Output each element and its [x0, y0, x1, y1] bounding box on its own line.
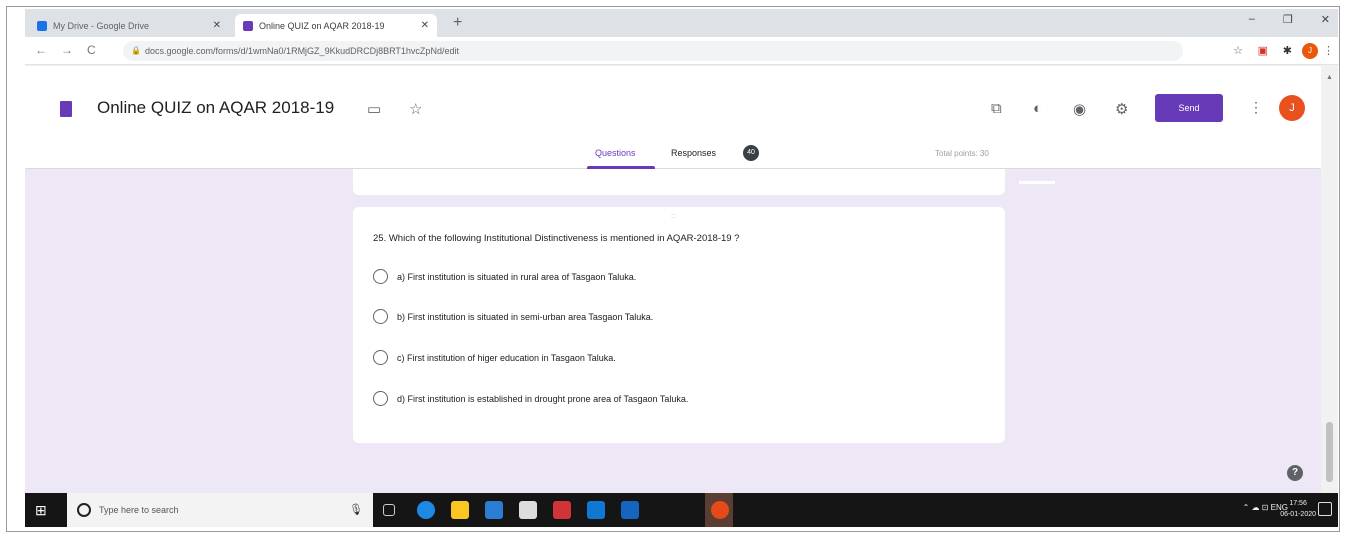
clock-time: 17:56	[1289, 500, 1307, 507]
option-b[interactable]: b) First institution is situated in semi…	[373, 309, 653, 324]
back-button[interactable]: ←	[35, 43, 47, 57]
folder-icon[interactable]: ▭	[367, 100, 381, 118]
address-bar[interactable]: 🔒 docs.google.com/forms/d/1wmNa0/1RMjGZ_…	[123, 41, 1183, 61]
tab-my-drive[interactable]: My Drive - Google Drive ✕	[29, 14, 229, 37]
page-scrollbar[interactable]: ▲	[1321, 66, 1338, 499]
browser-profile-avatar[interactable]: J	[1302, 43, 1318, 59]
radio-button[interactable]	[373, 309, 388, 324]
desktop-screen: My Drive - Google Drive ✕ Online QUIZ on…	[25, 9, 1338, 527]
form-tabs: Questions Responses 40 Total points: 30	[25, 144, 1321, 169]
task-view-icon[interactable]	[383, 504, 395, 516]
reload-button[interactable]: C	[87, 43, 96, 57]
tab-title: My Drive - Google Drive	[53, 20, 150, 31]
form-body: ::: 25. Which of the following Instituti…	[25, 169, 1321, 499]
notification-center-icon[interactable]	[1318, 502, 1332, 516]
close-window-button[interactable]: ✕	[1321, 13, 1330, 26]
more-options-icon[interactable]: ⋮	[1249, 99, 1263, 116]
clock-date: 06-01-2020	[1280, 511, 1316, 518]
help-icon[interactable]: ?	[1287, 465, 1303, 481]
user-avatar[interactable]: J	[1279, 95, 1305, 121]
option-label: b) First institution is situated in semi…	[397, 311, 654, 322]
star-icon[interactable]: ☆	[409, 100, 422, 118]
windows-start-icon[interactable]: ⊞	[35, 502, 47, 519]
file-explorer-icon[interactable]	[451, 501, 469, 519]
option-a[interactable]: a) First institution is situated in rura…	[373, 269, 636, 284]
chrome-icon[interactable]	[711, 501, 729, 519]
word-icon[interactable]	[485, 501, 503, 519]
browser-tab-strip: My Drive - Google Drive ✕ Online QUIZ on…	[25, 9, 1338, 37]
taskbar-search[interactable]: Type here to search 🎙	[67, 493, 373, 527]
forms-logo-icon[interactable]	[60, 101, 72, 117]
option-label: d) First institution is established in d…	[397, 393, 689, 404]
scrollbar-thumb[interactable]	[1326, 422, 1333, 482]
cortana-icon[interactable]	[77, 503, 91, 517]
option-c[interactable]: c) First institution of higer education …	[373, 350, 616, 365]
screenshot-frame: My Drive - Google Drive ✕ Online QUIZ on…	[6, 6, 1340, 532]
taskbar-clock[interactable]: 17:56 06-01-2020	[1280, 498, 1316, 520]
app-icon[interactable]	[621, 501, 639, 519]
palette-icon[interactable]: ◐	[1033, 100, 1042, 117]
browser-menu-icon[interactable]: ⋮	[1323, 44, 1334, 57]
microphone-icon[interactable]: 🎙	[349, 493, 363, 527]
new-tab-button[interactable]: +	[453, 14, 462, 32]
photos-icon[interactable]	[587, 501, 605, 519]
browser-toolbar: ← → C 🔒 docs.google.com/forms/d/1wmNa0/1…	[25, 37, 1338, 65]
tab-title: Online QUIZ on AQAR 2018-19	[259, 20, 385, 31]
option-d[interactable]: d) First institution is established in d…	[373, 391, 688, 406]
bookmark-star-icon[interactable]: ☆	[1233, 44, 1243, 57]
edge-browser-icon[interactable]	[417, 501, 435, 519]
google-drive-icon	[37, 20, 47, 31]
addon-icon[interactable]: ⧉	[991, 100, 1002, 117]
close-tab-icon[interactable]: ✕	[213, 20, 221, 31]
minimize-button[interactable]: –	[1249, 13, 1255, 26]
radio-button[interactable]	[373, 269, 388, 284]
search-placeholder: Type here to search	[99, 505, 179, 515]
send-button[interactable]: Send	[1155, 94, 1223, 122]
previous-question-card[interactable]	[353, 169, 1005, 195]
url-text: docs.google.com/forms/d/1wmNa0/1RMjGZ_9K…	[145, 46, 459, 56]
responses-count-badge: 40	[743, 145, 759, 161]
tab-quiz[interactable]: Online QUIZ on AQAR 2018-19 ✕	[235, 14, 437, 37]
windows-taskbar: ⊞ Type here to search 🎙 ⌃ ☁ ⊡ ENG 17:56 …	[25, 493, 1338, 527]
radio-button[interactable]	[373, 391, 388, 406]
window-controls: – ❐ ✕	[1249, 13, 1330, 26]
extensions-puzzle-icon[interactable]: ✱	[1283, 44, 1292, 57]
tab-questions[interactable]: Questions	[595, 148, 636, 158]
settings-gear-icon[interactable]: ⚙	[1115, 100, 1128, 118]
total-points: Total points: 30	[935, 149, 989, 158]
forward-button[interactable]: →	[61, 43, 73, 57]
mail-icon[interactable]	[553, 501, 571, 519]
form-title[interactable]: Online QUIZ on AQAR 2018-19	[97, 98, 334, 118]
google-forms-icon	[243, 20, 253, 31]
radio-button[interactable]	[373, 350, 388, 365]
scroll-up-arrow-icon[interactable]: ▲	[1326, 74, 1333, 81]
close-tab-icon[interactable]: ✕	[421, 20, 429, 31]
option-label: a) First institution is situated in rura…	[397, 271, 637, 282]
store-icon[interactable]	[519, 501, 537, 519]
maximize-button[interactable]: ❐	[1283, 13, 1293, 26]
extension-icon[interactable]: ▣	[1258, 44, 1268, 57]
forms-header: Online QUIZ on AQAR 2018-19 ▭ ☆ ⧉ ◐ ◉ ⚙ …	[25, 66, 1321, 169]
question-card[interactable]: ::: 25. Which of the following Instituti…	[353, 207, 1005, 443]
drag-handle-icon[interactable]: :::	[671, 213, 677, 220]
question-text[interactable]: 25. Which of the following Institutional…	[373, 233, 739, 244]
lock-icon: 🔒	[131, 46, 141, 55]
preview-eye-icon[interactable]: ◉	[1073, 100, 1086, 118]
tab-responses[interactable]: Responses	[671, 148, 716, 158]
floating-toolbar-edge	[1019, 181, 1055, 184]
option-label: c) First institution of higer education …	[397, 352, 616, 363]
